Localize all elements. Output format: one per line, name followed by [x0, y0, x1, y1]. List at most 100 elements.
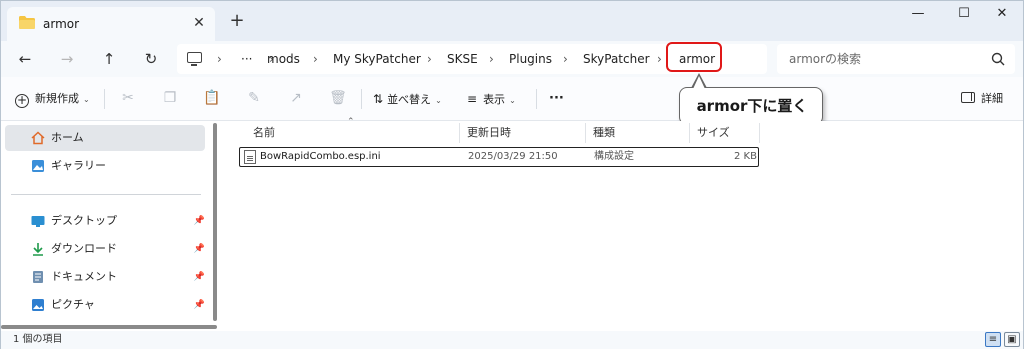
chevron-down-icon: ⌄: [509, 96, 516, 105]
pin-icon[interactable]: 📌: [194, 208, 205, 234]
sort-button-label: 並べ替え: [387, 93, 432, 106]
toolbar-divider: [536, 89, 537, 109]
callout-box: armor下に置く: [679, 87, 823, 125]
address-row: ← → ↑ ↻ › ··· › mods › My SkyPatcher › S…: [1, 41, 1023, 77]
home-icon: [31, 131, 45, 145]
share-icon[interactable]: ↗: [287, 89, 305, 107]
plus-circle-icon: +: [15, 93, 29, 108]
desktop-icon: [31, 216, 45, 227]
breadcrumb-mods[interactable]: mods: [267, 44, 300, 74]
paste-icon[interactable]: 📋: [203, 89, 221, 107]
column-divider[interactable]: [459, 123, 460, 143]
status-bar: 1 個の項目 ≡ ▣: [1, 331, 1023, 349]
ini-file-icon: [244, 150, 256, 164]
details-view-icon[interactable]: ≡: [985, 332, 1001, 347]
cut-icon[interactable]: ✂: [119, 89, 137, 107]
table-row[interactable]: BowRapidCombo.esp.ini 2025/03/29 21:50 構…: [239, 147, 759, 167]
file-list: ⌃ 名前 更新日時 種類 サイズ BowRapidCombo.esp.ini 2…: [223, 117, 1023, 331]
chevron-right-icon: ›: [657, 52, 662, 66]
pin-icon[interactable]: 📌: [194, 264, 205, 290]
item-count: 1 個の項目: [13, 334, 63, 345]
back-arrow-icon[interactable]: ←: [11, 45, 39, 73]
details-pane-label: 詳細: [981, 92, 1003, 105]
sidebar-scrollbar[interactable]: [213, 123, 217, 321]
command-bar: + 新規作成 ⌄ ✂ ❐ 📋 ✎ ↗ 🗑 ⇅ 並べ替え ⌄ ≡ 表示 ⌄ ··· 詳細: [1, 77, 1023, 121]
title-bar: armor ✕ + — ☐ ✕: [1, 1, 1023, 41]
refresh-icon[interactable]: ↻: [137, 45, 165, 73]
sidebar-item-home[interactable]: ホーム: [5, 125, 205, 151]
sidebar-item-label: ホーム: [51, 131, 84, 144]
sort-icon: ⇅: [373, 92, 384, 106]
tiles-view-icon[interactable]: ▣: [1004, 332, 1020, 347]
sort-button[interactable]: ⇅ 並べ替え ⌄: [373, 89, 442, 109]
column-header-modified[interactable]: 更新日時: [467, 123, 511, 143]
toolbar-divider: [104, 89, 105, 109]
search-input[interactable]: armorの検索: [777, 44, 1015, 74]
sidebar-item-documents[interactable]: ドキュメント 📌: [5, 264, 205, 290]
view-button-label: 表示: [483, 93, 506, 106]
document-icon: [33, 271, 43, 283]
delete-icon[interactable]: 🗑: [329, 89, 347, 107]
download-icon: [33, 243, 43, 256]
details-pane-button[interactable]: 詳細: [961, 89, 1003, 109]
file-explorer-window: armor ✕ + — ☐ ✕ ← → ↑ ↻ › ··· › mods › M…: [0, 0, 1024, 349]
details-pane-icon: [961, 92, 975, 103]
sidebar-item-label: ダウンロード: [51, 242, 117, 255]
file-size: 2 KB: [734, 151, 757, 162]
sidebar-item-gallery[interactable]: ギャラリー: [5, 153, 205, 179]
sort-ascending-icon: ⌃: [347, 117, 355, 127]
column-header-name[interactable]: 名前: [253, 123, 275, 143]
forward-arrow-icon[interactable]: →: [53, 45, 81, 73]
column-divider[interactable]: [759, 123, 760, 143]
chevron-right-icon: ›: [427, 52, 432, 66]
sidebar-item-label: デスクトップ: [51, 214, 117, 227]
sidebar-item-desktop[interactable]: デスクトップ 📌: [5, 208, 205, 234]
view-button[interactable]: ≡ 表示 ⌄: [467, 89, 516, 109]
column-header-size[interactable]: サイズ: [697, 123, 730, 143]
chevron-right-icon: ›: [217, 52, 222, 66]
pin-icon[interactable]: 📌: [194, 292, 205, 318]
breadcrumb-skse[interactable]: SKSE: [447, 44, 478, 74]
minimize-button[interactable]: —: [895, 1, 941, 29]
sidebar-item-pictures[interactable]: ピクチャ 📌: [5, 292, 205, 318]
highlight-box: [666, 42, 722, 72]
view-list-icon: ≡: [467, 92, 478, 106]
search-placeholder: armorの検索: [789, 52, 862, 66]
chevron-down-icon: ⌄: [83, 95, 90, 104]
folder-icon: [19, 16, 35, 29]
file-type: 構成設定: [594, 151, 634, 162]
sidebar-item-downloads[interactable]: ダウンロード 📌: [5, 236, 205, 262]
copy-icon[interactable]: ❐: [161, 89, 179, 107]
sidebar-horizontal-scrollbar[interactable]: [1, 325, 217, 329]
breadcrumb-plugins[interactable]: Plugins: [509, 44, 552, 74]
pin-icon[interactable]: 📌: [194, 236, 205, 262]
new-button[interactable]: + 新規作成 ⌄: [15, 89, 90, 109]
chevron-right-icon: ›: [563, 52, 568, 66]
tab-title: armor: [43, 17, 80, 31]
rename-icon[interactable]: ✎: [245, 89, 263, 107]
column-header-type[interactable]: 種類: [593, 123, 615, 143]
new-button-label: 新規作成: [35, 92, 79, 105]
more-options-button[interactable]: ···: [549, 89, 564, 109]
new-tab-button[interactable]: +: [227, 11, 247, 31]
gallery-icon: [32, 160, 44, 172]
tab-armor[interactable]: armor ✕: [7, 7, 215, 41]
file-modified: 2025/03/29 21:50: [468, 151, 558, 162]
close-window-button[interactable]: ✕: [979, 1, 1024, 29]
breadcrumb-my-skypatcher[interactable]: My SkyPatcher: [333, 44, 421, 74]
column-divider[interactable]: [689, 123, 690, 143]
pictures-icon: [32, 299, 44, 311]
sidebar-item-label: ギャラリー: [51, 159, 106, 172]
sidebar-divider: [11, 194, 201, 195]
up-arrow-icon[interactable]: ↑: [95, 45, 123, 73]
callout-pointer-fill: [693, 76, 705, 89]
breadcrumb-overflow[interactable]: ···: [241, 44, 252, 74]
this-pc-icon: [187, 52, 202, 66]
sidebar-item-label: ピクチャ: [51, 298, 95, 311]
chevron-right-icon: ›: [313, 52, 318, 66]
toolbar-divider: [361, 89, 362, 109]
tab-close-icon[interactable]: ✕: [191, 15, 207, 31]
column-divider[interactable]: [585, 123, 586, 143]
breadcrumb-skypatcher[interactable]: SkyPatcher: [583, 44, 650, 74]
navigation-pane: ホーム ギャラリー デスクトップ 📌 ダウンロード 📌 ドキュメント 📌 ピクチ…: [1, 121, 219, 331]
